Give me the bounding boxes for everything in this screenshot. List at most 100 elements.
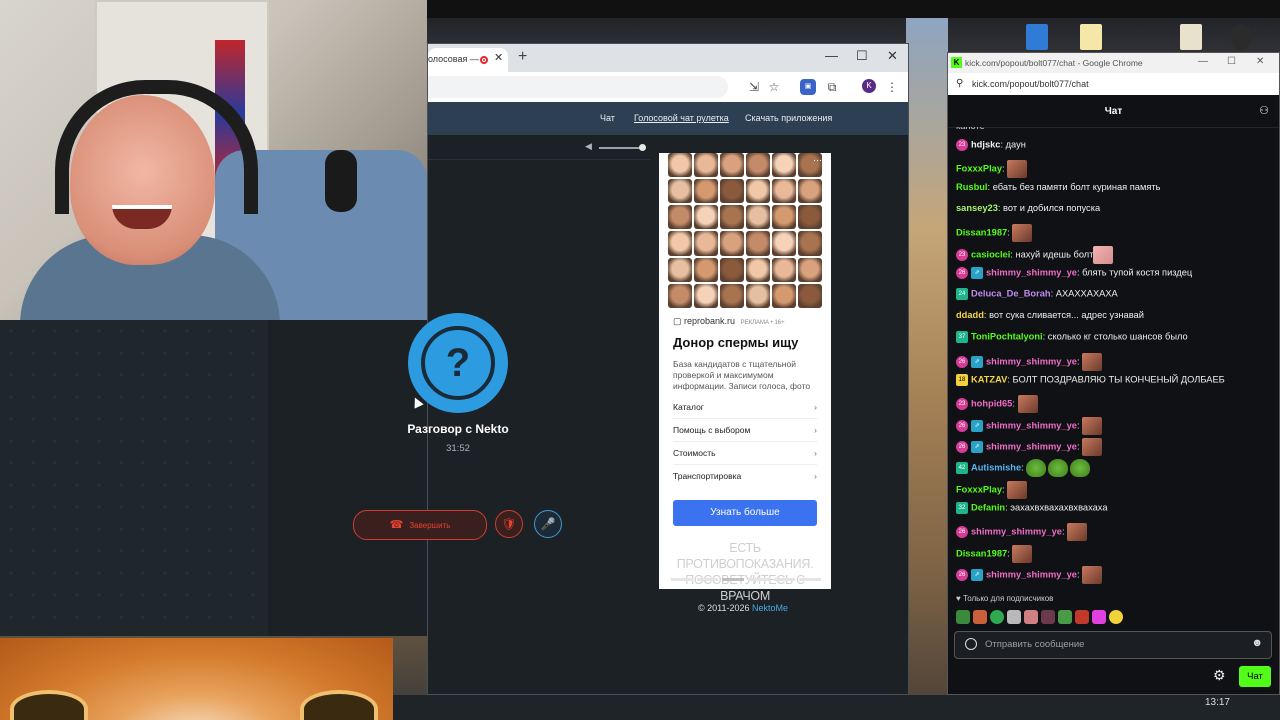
child-portrait (772, 205, 796, 230)
child-portrait (746, 257, 770, 282)
maximize-button[interactable]: ☐ (856, 48, 868, 64)
chat-username[interactable]: KATZAV (971, 374, 1007, 384)
emote-icon[interactable] (1007, 610, 1021, 624)
desktop-file-icon[interactable] (1180, 24, 1202, 50)
chat-message: 26 ⇗ shimmy_shimmy_ye: блять тупой костя п… (956, 267, 1192, 287)
chat-username[interactable]: shimmy_shimmy_ye (986, 356, 1077, 366)
close-window-button[interactable]: ✕ (887, 48, 898, 64)
report-shield-button[interactable]: 🛡 (495, 510, 523, 538)
ad-link-label: Транспортировка (673, 471, 742, 481)
site-info-icon[interactable]: ⚲ (956, 78, 963, 89)
chat-username[interactable]: FoxxxPlay (956, 164, 1002, 174)
chat-username[interactable]: shimmy_shimmy_ye (986, 268, 1077, 278)
install-app-icon[interactable]: ⇲ (746, 79, 762, 95)
chat-username[interactable]: casioclei (971, 249, 1010, 259)
emote-icon[interactable] (956, 610, 970, 624)
send-chat-button[interactable]: Чат (1239, 666, 1271, 687)
chat-username[interactable]: shimmy_shimmy_ye (986, 569, 1077, 579)
chat-username[interactable]: ddadd (956, 310, 984, 320)
chat-username[interactable]: FoxxxPlay (956, 484, 1002, 494)
tab-close-icon[interactable]: ✕ (494, 51, 503, 64)
desktop-app-icon[interactable] (1026, 24, 1048, 50)
nav-voice-roulette[interactable]: Голосовой чат рулетка (634, 113, 729, 123)
ad-banner[interactable]: ⋯ ▢ reprobank.ru РЕКЛАМА • 16+ Донор спе… (659, 153, 831, 603)
settings-gear-icon[interactable]: ⚙ (1213, 667, 1226, 684)
chat-username[interactable]: shimmy_shimmy_ye (986, 420, 1077, 430)
new-tab-button[interactable]: + (518, 48, 527, 66)
ad-link-transport[interactable]: Транспортировка › (673, 471, 817, 487)
emote-icon[interactable] (1109, 610, 1123, 624)
child-portrait (772, 231, 796, 256)
emote-icon[interactable] (990, 610, 1004, 624)
emote-icon[interactable] (1075, 610, 1089, 624)
bookmark-star-icon[interactable]: ☆ (766, 79, 782, 95)
chat-username[interactable]: Dissan1987 (956, 548, 1007, 558)
chat-username[interactable]: ToniPochtalyoni (971, 332, 1043, 342)
child-portrait (668, 179, 692, 204)
emote-icon[interactable] (1024, 610, 1038, 624)
minimize-button[interactable]: — (825, 48, 838, 63)
ad-title[interactable]: Донор спермы ищу (673, 335, 823, 350)
chat-username[interactable]: Autismishe (971, 463, 1021, 473)
taskbar-clock: 13:17 (1204, 697, 1230, 708)
microphone-button[interactable]: 🎤 (534, 510, 562, 538)
chat-username[interactable]: sansey23 (956, 203, 998, 213)
chat-emote-icon (1082, 437, 1103, 456)
chat-username[interactable]: hdjskc (971, 139, 1000, 149)
ad-link-catalog[interactable]: Каталог › (673, 402, 817, 419)
message-input[interactable]: Отправить сообщение ☻ (954, 631, 1272, 659)
kick-chat-window: K kick.com/popout/bolt077/chat - Google … (947, 52, 1280, 695)
profile-avatar[interactable]: K (862, 79, 876, 93)
ad-learn-more-button[interactable]: Узнать больше (673, 500, 817, 526)
extension-icon[interactable]: ▣ (800, 79, 816, 95)
volume-knob[interactable] (639, 144, 646, 151)
copyright-link[interactable]: NektoMe (752, 603, 788, 613)
end-call-button[interactable]: ☎ Завершить (353, 510, 487, 540)
chat-username[interactable]: Deluca_De_Borah (971, 289, 1051, 299)
minimize-button[interactable]: — (1198, 56, 1208, 67)
cat-eye (10, 690, 88, 720)
emoji-icon[interactable]: ☻ (1251, 637, 1263, 649)
ad-options-icon[interactable]: ⋯ (813, 155, 822, 166)
chat-text: сколько кг столько шансов было (1047, 331, 1188, 342)
emote-icon[interactable] (1041, 610, 1055, 624)
chat-username[interactable]: hohpid65 (971, 399, 1012, 409)
close-window-button[interactable]: ✕ (1256, 56, 1264, 67)
loyalty-badge-icon: 26 (956, 440, 968, 453)
chat-username[interactable]: Rusbul (956, 182, 988, 192)
child-portrait (798, 257, 822, 282)
chat-emote-icon (1093, 245, 1114, 264)
chat-username[interactable]: Dissan1987 (956, 228, 1007, 238)
subscriber-only-label: ♥ Только для подписчиков (956, 594, 1054, 603)
child-portrait (668, 283, 692, 308)
kick-address-bar[interactable]: ⚲ kick.com/popout/bolt077/chat (948, 73, 1279, 95)
emote-icon[interactable] (1058, 610, 1072, 624)
child-portrait (720, 205, 744, 230)
chat-username[interactable]: Defanin (971, 502, 1005, 512)
nav-chat[interactable]: Чат (600, 113, 615, 123)
chat-username[interactable]: shimmy_shimmy_ye (986, 441, 1077, 451)
browser-menu-icon[interactable]: ⋮ (884, 79, 900, 95)
address-input[interactable] (428, 76, 728, 98)
browser-tab[interactable]: олосовая — ✕ (428, 48, 508, 72)
kick-logo-icon: K (951, 57, 962, 68)
extensions-puzzle-icon[interactable]: ⧉ (824, 79, 840, 95)
desktop-top-strip (426, 0, 1280, 18)
nav-download-apps[interactable]: Скачать приложения (745, 113, 832, 123)
chat-message: 26 ⇗ shimmy_shimmy_ye: (956, 437, 1104, 458)
emote-picker-row (956, 610, 1123, 626)
ad-link-price[interactable]: Стоимость › (673, 448, 817, 465)
desktop-app-icon[interactable] (1230, 24, 1252, 50)
volume-slider[interactable]: ◀ (585, 141, 646, 153)
chat-username[interactable]: shimmy_shimmy_ye (971, 527, 1062, 537)
shield-icon: 🛡 (501, 517, 517, 531)
ad-link-help[interactable]: Помощь с выбором › (673, 425, 817, 442)
emote-icon[interactable] (1092, 610, 1106, 624)
desktop-file-icon[interactable] (1080, 24, 1102, 50)
child-portrait (772, 257, 796, 282)
maximize-button[interactable]: ☐ (1227, 56, 1236, 67)
attach-icon[interactable] (965, 638, 977, 650)
emote-icon[interactable] (973, 610, 987, 624)
users-icon[interactable]: ⚇ (1259, 104, 1269, 117)
message-placeholder: Отправить сообщение (985, 639, 1085, 650)
